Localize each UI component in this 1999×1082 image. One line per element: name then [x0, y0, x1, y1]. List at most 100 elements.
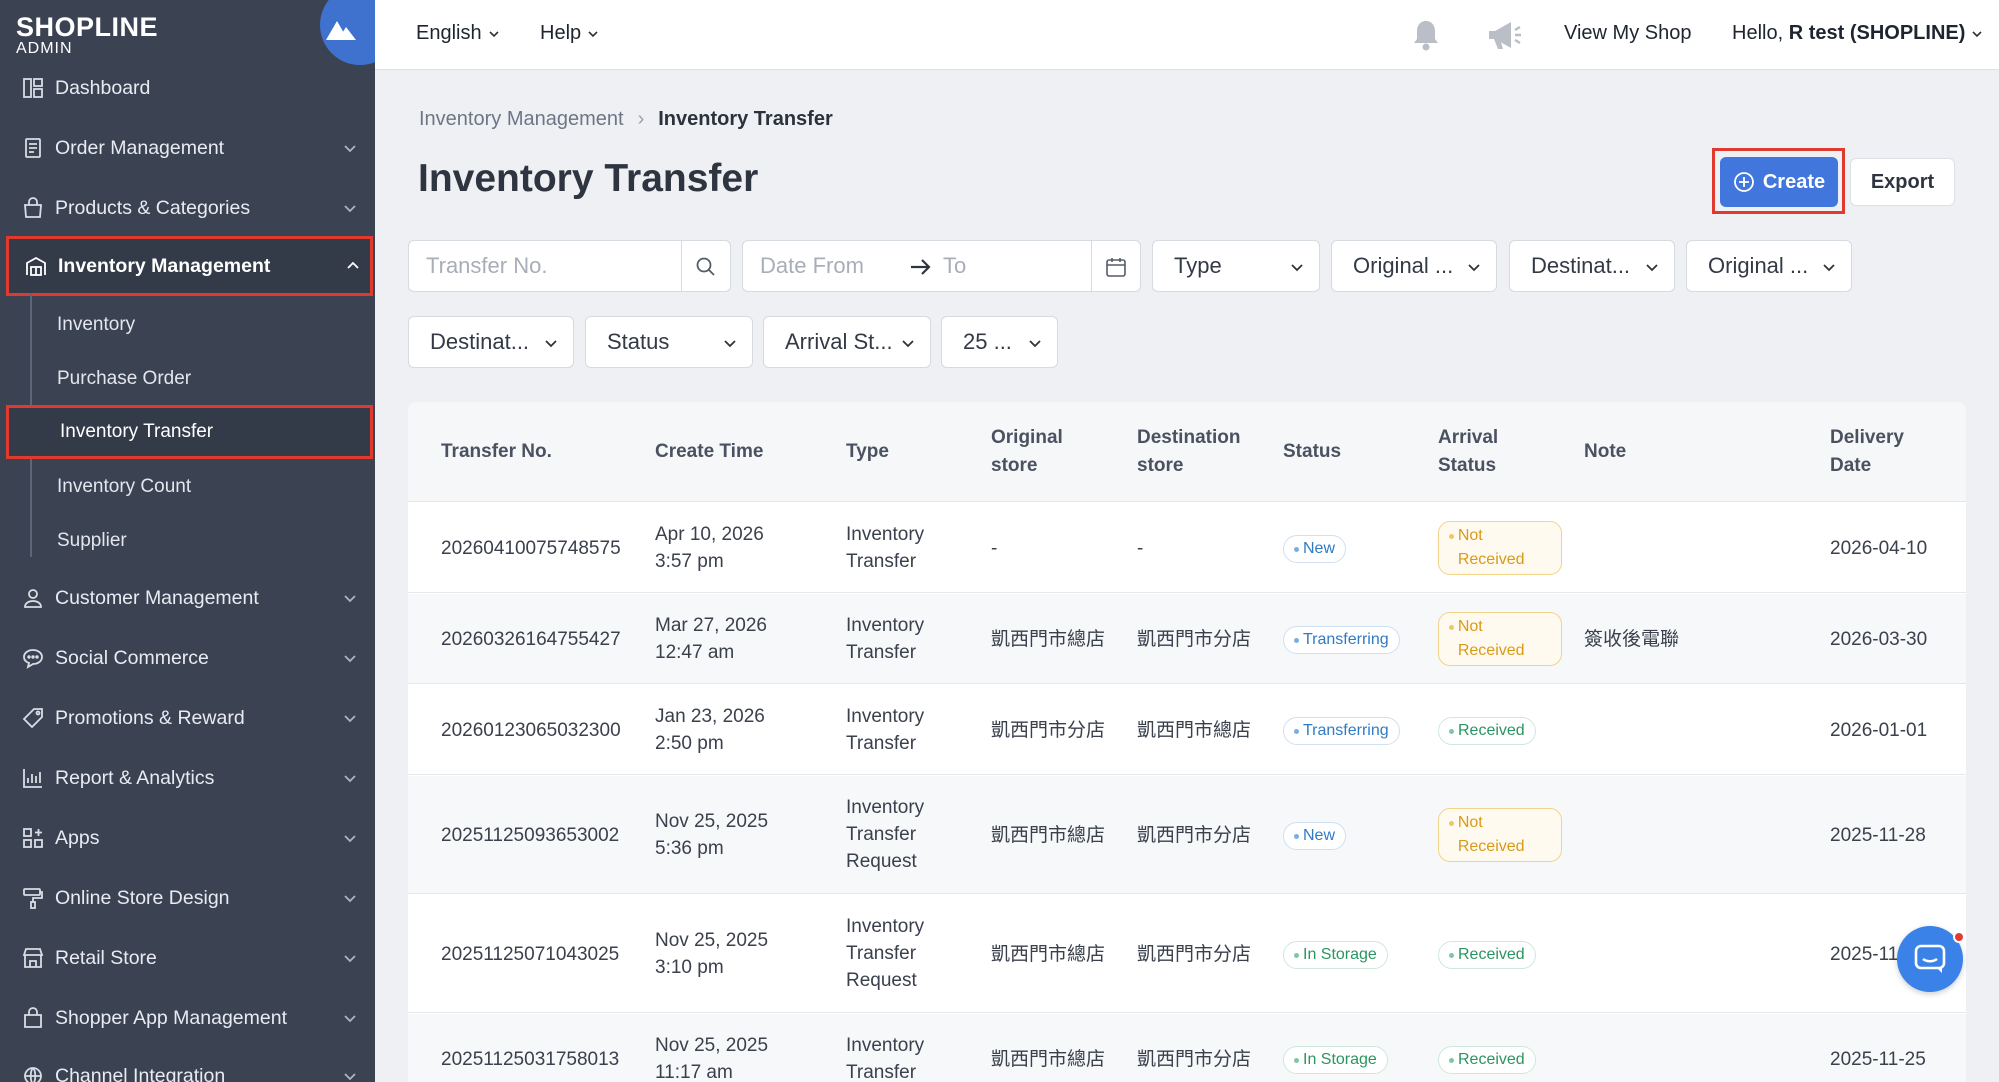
sidebar-item-report[interactable]: Report & Analytics: [6, 748, 373, 808]
status-text: In Storage: [1303, 1051, 1377, 1068]
sidebar-item-label: Shopper App Management: [55, 1006, 288, 1029]
help-dropdown[interactable]: Help: [540, 22, 599, 45]
transfer-no-input[interactable]: [426, 253, 676, 279]
status-text: In Storage: [1303, 946, 1377, 963]
cell-transfer-no: 20260410075748575: [441, 538, 621, 559]
notification-bell-icon[interactable]: [1410, 18, 1442, 57]
sidebar-item-label: Products & Categories: [55, 196, 251, 219]
arrival-badge: Received: [1438, 717, 1536, 745]
sidebar-item-customers[interactable]: Customer Management: [6, 568, 373, 628]
sidebar-subitem-inventory-count[interactable]: Inventory Count: [6, 460, 373, 514]
channel-icon: [20, 1063, 46, 1082]
status-badge: New: [1283, 822, 1347, 850]
cell-original-store: 凱西門市總店: [991, 825, 1106, 846]
sidebar-item-promotions[interactable]: Promotions & Reward: [6, 688, 373, 748]
chevron-down-icon: [588, 30, 598, 37]
col-delivery-date: Delivery Date: [1830, 427, 1904, 476]
view-my-shop-link[interactable]: View My Shop: [1564, 22, 1691, 45]
chevron-down-icon: [489, 30, 499, 37]
original-filter-2[interactable]: Original ...: [1686, 240, 1852, 292]
store-icon: [20, 945, 46, 971]
breadcrumb-parent[interactable]: Inventory Management: [419, 108, 624, 131]
col-note: Note: [1584, 441, 1627, 462]
date-range-picker[interactable]: [742, 240, 1141, 292]
sidebar-subitem-supplier[interactable]: Supplier: [6, 514, 373, 568]
arrival-text: Received: [1458, 946, 1525, 963]
arrow-right-icon: [911, 259, 931, 275]
cell-note: 簽收後電聯: [1584, 629, 1680, 650]
cell-create-time: 3:10 pm: [655, 957, 724, 978]
table-row[interactable]: 20251125031758013 Nov 25, 2025 11:17 am …: [408, 1014, 1966, 1082]
sidebar-item-products[interactable]: Products & Categories: [6, 178, 373, 238]
table-row[interactable]: 20260326164755427 Mar 27, 2026 12:47 am …: [408, 594, 1966, 684]
user-menu[interactable]: Hello, R test (SHOPLINE): [1732, 22, 1983, 45]
sidebar-subitem-purchase-order[interactable]: Purchase Order: [6, 352, 373, 406]
arrival-badge: Not Received: [1438, 808, 1562, 862]
cell-create-time: 5:36 pm: [655, 838, 724, 859]
sidebar-item-shopper-app[interactable]: Shopper App Management: [6, 988, 373, 1048]
table-row[interactable]: 20251125071043025 Nov 25, 2025 3:10 pm I…: [408, 895, 1966, 1013]
col-type: Type: [846, 441, 889, 462]
cell-create-time: 12:47 am: [655, 642, 735, 663]
sidebar-subitem-inventory-transfer[interactable]: Inventory Transfer: [6, 405, 373, 459]
sidebar-subitem-inventory[interactable]: Inventory: [6, 298, 373, 352]
chevron-down-icon: [1646, 264, 1658, 272]
chevron-down-icon: [1972, 30, 1982, 37]
calendar-icon[interactable]: [1105, 256, 1127, 278]
arrival-badge: Not Received: [1438, 612, 1562, 666]
sidebar-item-label: Customer Management: [55, 586, 259, 609]
cell-delivery-date: 2025-11: [1830, 944, 1899, 965]
sidebar-item-channel-integration[interactable]: Channel Integration: [6, 1046, 373, 1082]
arrival-status-filter-label: Arrival St...: [785, 329, 893, 354]
cell-delivery-date: 2025-11-28: [1830, 825, 1926, 846]
arrival-badge: Not Received: [1438, 521, 1562, 575]
plus-circle-icon: [1733, 172, 1754, 192]
cell-transfer-no: 20260123065032300: [441, 720, 621, 741]
date-from-input[interactable]: [760, 253, 900, 279]
greeting-label: Hello,: [1732, 22, 1789, 44]
create-button[interactable]: Create: [1720, 157, 1838, 207]
sidebar-item-retail-store[interactable]: Retail Store: [6, 928, 373, 988]
cell-create-time: 3:57 pm: [655, 551, 724, 572]
original-store-filter[interactable]: Original ...: [1331, 240, 1497, 292]
search-icon[interactable]: [695, 256, 717, 278]
sidebar-item-orders[interactable]: Order Management: [6, 118, 373, 178]
cell-destination-store: 凱西門市總店: [1137, 720, 1252, 741]
chevron-down-icon: [344, 595, 356, 603]
page-size-select[interactable]: 25 ...: [941, 316, 1058, 368]
sidebar-item-label: Retail Store: [55, 946, 157, 969]
language-dropdown[interactable]: English: [416, 22, 500, 45]
date-to-input[interactable]: [943, 253, 1043, 279]
destination-filter-2[interactable]: Destinat...: [408, 316, 574, 368]
type-filter-label: Type: [1174, 253, 1222, 278]
transfer-table: Transfer No. Create Time Type Original s…: [408, 402, 1966, 1082]
status-filter[interactable]: Status: [585, 316, 753, 368]
announcement-megaphone-icon[interactable]: [1485, 18, 1523, 57]
col-create-time[interactable]: Create Time: [655, 438, 763, 466]
table-row[interactable]: 20251125093653002 Nov 25, 2025 5:36 pm I…: [408, 776, 1966, 894]
sidebar-item-social-commerce[interactable]: Social Commerce: [6, 628, 373, 688]
arrival-status-filter[interactable]: Arrival St...: [763, 316, 931, 368]
table-row[interactable]: 20260410075748575 Apr 10, 2026 3:57 pm I…: [408, 503, 1966, 593]
cell-create-date: Mar 27, 2026: [655, 615, 767, 636]
paint-roller-icon: [20, 885, 46, 911]
chevron-down-icon: [344, 835, 356, 843]
destination-store-filter[interactable]: Destinat...: [1509, 240, 1675, 292]
destination-filter-2-label: Destinat...: [430, 329, 530, 354]
language-label: English: [416, 22, 482, 44]
export-button[interactable]: Export: [1850, 158, 1955, 206]
sidebar-item-inventory-management[interactable]: Inventory Management: [6, 236, 373, 296]
sidebar-subitem-label: Inventory: [57, 314, 136, 335]
cell-delivery-date: 2025-11-25: [1830, 1049, 1926, 1070]
sidebar-subitem-label: Purchase Order: [57, 368, 192, 389]
arrival-text: Not Received: [1457, 618, 1525, 659]
sidebar-item-online-store-design[interactable]: Online Store Design: [6, 868, 373, 928]
chevron-down-icon: [1823, 264, 1835, 272]
user-name: R test (SHOPLINE): [1788, 22, 1966, 44]
sidebar-item-dashboard[interactable]: Dashboard: [6, 58, 373, 118]
sidebar-item-apps[interactable]: Apps: [6, 808, 373, 868]
type-filter[interactable]: Type: [1152, 240, 1320, 292]
table-row[interactable]: 20260123065032300 Jan 23, 2026 2:50 pm I…: [408, 685, 1966, 775]
dashboard-icon: [20, 75, 46, 101]
original-store-filter-label: Original ...: [1353, 253, 1454, 278]
